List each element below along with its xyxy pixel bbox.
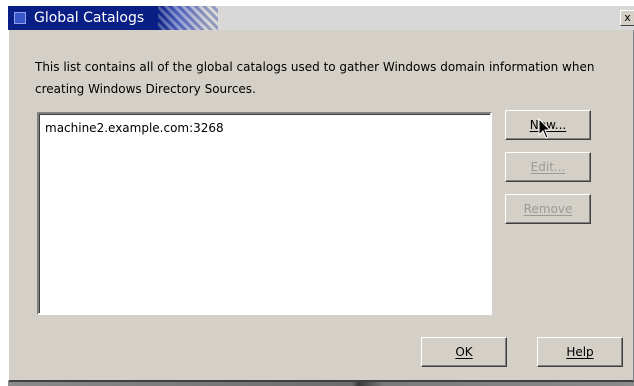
ok-button-label: OK — [455, 345, 473, 359]
edit-button-label: Edit... — [530, 160, 566, 174]
close-icon[interactable]: x — [620, 10, 634, 26]
title-bar[interactable]: Global Catalogs x — [8, 6, 634, 30]
help-button[interactable]: Help — [537, 337, 623, 367]
global-catalogs-dialog: Global Catalogs x This list contains all… — [0, 0, 634, 386]
window-title: Global Catalogs — [34, 10, 145, 26]
edit-button[interactable]: Edit... — [505, 152, 591, 182]
help-button-label: Help — [566, 345, 594, 359]
window-icon[interactable] — [14, 12, 26, 24]
catalog-list[interactable]: machine2.example.com:3268 — [37, 112, 492, 315]
list-item[interactable]: machine2.example.com:3268 — [45, 120, 224, 136]
ok-button[interactable]: OK — [421, 337, 507, 367]
remove-button[interactable]: Remove — [505, 194, 591, 224]
remove-button-label: Remove — [523, 202, 573, 216]
bottom-edge — [8, 382, 634, 386]
description-text: This list contains all of the global cat… — [35, 60, 595, 96]
mouse-pointer-icon — [538, 118, 552, 139]
dialog-body: This list contains all of the global cat… — [8, 30, 634, 382]
title-bar-gradient — [158, 6, 218, 30]
